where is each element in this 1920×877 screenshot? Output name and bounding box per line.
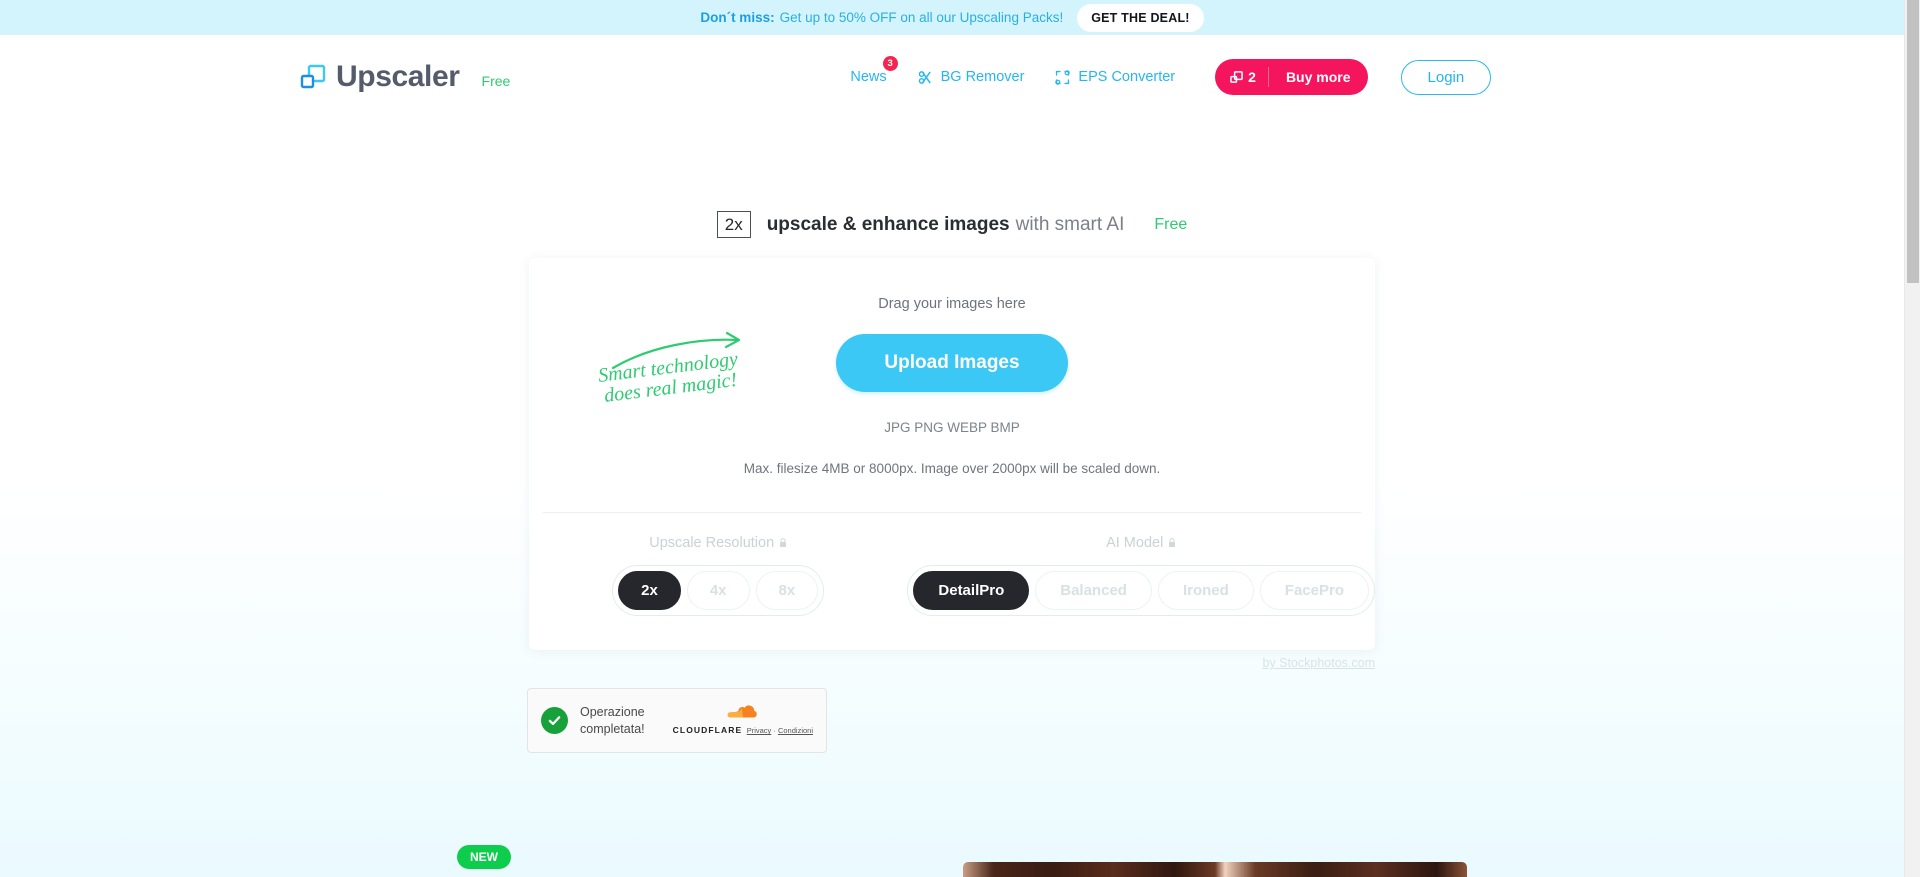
credits-count: 2 — [1248, 69, 1256, 85]
brand-logo[interactable]: Upscaler Free — [300, 60, 510, 94]
turnstile-link-separator: · — [773, 726, 776, 736]
resolution-pill-group: 2x 4x 8x — [612, 565, 825, 617]
sample-photo-preview[interactable] — [963, 862, 1467, 877]
nav-label-bg-remover: BG Remover — [940, 69, 1025, 85]
brand-plan-label: Free — [481, 73, 511, 89]
login-button[interactable]: Login — [1400, 59, 1492, 95]
filesize-note: Max. filesize 4MB or 8000px. Image over … — [743, 461, 1161, 477]
ai-model-label-text: AI Model — [1106, 535, 1164, 552]
credits-count-wrap: 2 — [1215, 67, 1269, 87]
nav-link-eps-converter[interactable]: EPS Converter — [1054, 69, 1175, 86]
upload-card: Drag your images here Smart technology d… — [529, 258, 1375, 651]
promo-message: Get up to 50% OFF on all our Upscaling P… — [779, 10, 1064, 25]
buy-more-label: Buy more — [1285, 69, 1351, 85]
get-the-deal-button[interactable]: GET THE DEAL! — [1077, 3, 1204, 32]
upload-images-button[interactable]: Upload Images — [836, 334, 1068, 393]
page-scrollbar-thumb[interactable] — [1907, 0, 1919, 283]
drag-instruction: Drag your images here — [878, 296, 1026, 313]
upscaler-logo-icon — [300, 64, 326, 90]
new-feature-badge: NEW — [457, 845, 511, 869]
eps-converter-icon — [1054, 69, 1071, 86]
model-option-balanced[interactable]: Balanced — [1035, 571, 1152, 611]
resolution-option-4x[interactable]: 4x — [686, 571, 750, 611]
buy-more-credits-button[interactable]: 2 Buy more — [1215, 59, 1368, 95]
model-option-facepro[interactable]: FacePro — [1259, 571, 1369, 611]
upscale-resolution-group: Upscale Resolution 2x 4x 8x — [529, 535, 907, 617]
resolution-option-8x[interactable]: 8x — [755, 571, 819, 611]
news-count-badge: 3 — [882, 56, 898, 71]
page-scrollbar-track[interactable] — [1904, 0, 1920, 877]
bg-remover-icon — [917, 69, 934, 86]
turnstile-links: Privacy · Condizioni — [747, 726, 813, 735]
ai-model-label: AI Model — [1106, 535, 1176, 551]
model-option-ironed[interactable]: Ironed — [1157, 571, 1254, 611]
supported-formats: JPG PNG WEBP BMP — [884, 420, 1020, 436]
cloudflare-cloud-icon — [673, 703, 813, 719]
model-option-detailpro[interactable]: DetailPro — [913, 571, 1030, 611]
turnstile-privacy-link[interactable]: Privacy — [747, 726, 772, 735]
nav-label-news: News — [850, 69, 887, 85]
header-actions: 2 Buy more Login — [1215, 59, 1492, 95]
nav-label-eps-converter: EPS Converter — [1078, 69, 1176, 85]
smart-technology-annotation: Smart technology does real magic! — [595, 326, 795, 407]
promo-strong-text: Don´t miss: — [700, 10, 775, 25]
stockphotos-attribution-link[interactable]: by Stockphotos.com — [529, 656, 1375, 670]
nav-link-bg-remover[interactable]: BG Remover — [917, 69, 1025, 86]
hero-free-label: Free — [1154, 215, 1188, 233]
lock-icon — [1168, 538, 1176, 548]
brand-name: Upscaler — [336, 60, 460, 93]
ai-model-group: AI Model DetailPro Balanced Ironed FaceP… — [907, 535, 1375, 617]
hero-title-light: with smart AI — [1015, 213, 1125, 235]
options-section: Upscale Resolution 2x 4x 8x AI Model Det… — [529, 513, 1375, 650]
drop-zone[interactable]: Drag your images here Smart technology d… — [529, 258, 1375, 512]
hero-title-bold: upscale & enhance images — [766, 213, 1010, 235]
success-check-icon — [541, 707, 568, 735]
svg-text:does real magic!: does real magic! — [603, 369, 738, 406]
svg-text:Smart technology: Smart technology — [597, 348, 739, 387]
site-header: Upscaler Free News 3 BG Remover EPS Conv… — [0, 35, 1904, 119]
promo-banner: Don´t miss: Get up to 50% OFF on all our… — [0, 0, 1904, 35]
cloudflare-brand: CLOUDFLARE Privacy · Condizioni — [673, 703, 813, 738]
credits-icon — [1230, 70, 1243, 84]
hero-heading: 2x upscale & enhance images with smart A… — [0, 211, 1904, 239]
cloudflare-name: CLOUDFLARE — [672, 725, 743, 736]
upscale-resolution-label-text: Upscale Resolution — [649, 535, 775, 552]
upscale-resolution-label: Upscale Resolution — [649, 535, 787, 551]
nav-link-news[interactable]: News 3 — [850, 56, 898, 85]
resolution-option-2x[interactable]: 2x — [618, 571, 681, 611]
lock-icon — [779, 538, 787, 548]
upload-row: Smart technology does real magic! Upload… — [529, 332, 1375, 407]
turnstile-terms-link[interactable]: Condizioni — [778, 726, 813, 735]
header-nav: News 3 BG Remover EPS Converter — [850, 56, 1175, 86]
cloudflare-turnstile-widget: Operazione completata! CLOUDFLARE Privac… — [527, 688, 827, 754]
model-pill-group: DetailPro Balanced Ironed FacePro — [907, 565, 1375, 617]
turnstile-status-text: Operazione completata! — [580, 704, 645, 736]
hero-scale-chip: 2x — [716, 211, 751, 239]
page-viewport: Don´t miss: Get up to 50% OFF on all our… — [0, 0, 1904, 877]
